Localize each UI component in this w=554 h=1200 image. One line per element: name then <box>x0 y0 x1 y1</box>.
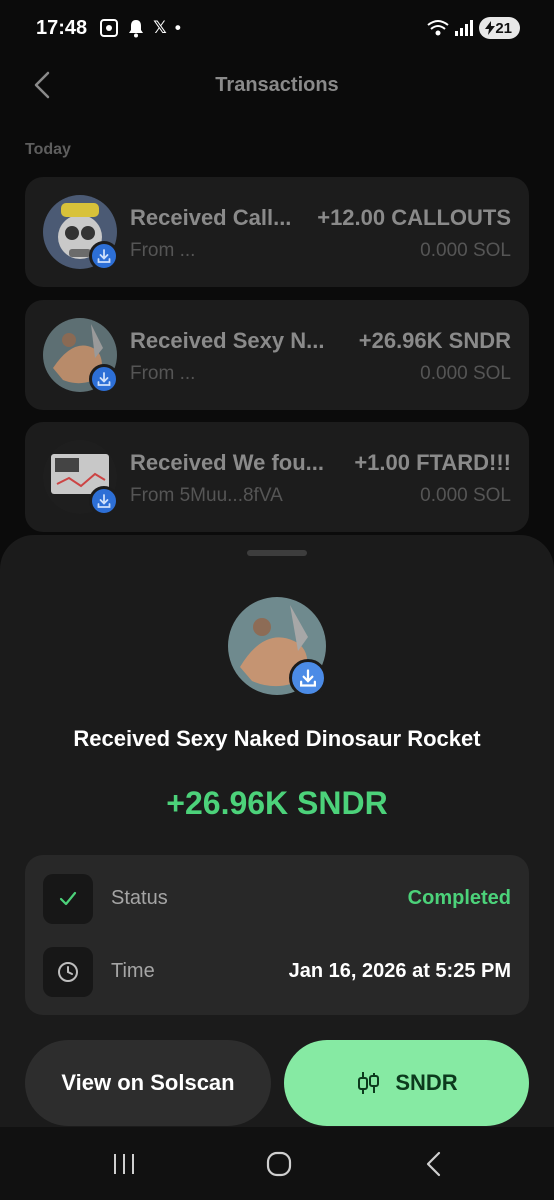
transaction-title: Received Sexy N... <box>130 328 325 353</box>
transaction-fee: 0.000 SOL <box>420 363 511 384</box>
transaction-amount: +1.00 FTARD!!! <box>354 450 511 475</box>
page-title: Transactions <box>215 73 339 96</box>
download-badge-icon <box>89 241 119 271</box>
download-badge-icon <box>89 486 119 516</box>
transaction-fee: 0.000 SOL <box>420 240 511 261</box>
time-value: Jan 16, 2026 at 5:25 PM <box>288 960 511 982</box>
candlestick-chart-icon <box>358 1072 380 1094</box>
transaction-detail-title: Received Sexy Naked Dinosaur Rocket <box>73 726 481 751</box>
transaction-sender: From ... <box>130 240 196 261</box>
transaction-sender: From 5Muu...8fVA <box>130 485 283 506</box>
section-header-today: Today <box>25 141 71 158</box>
sheet-drag-handle[interactable] <box>247 550 307 556</box>
transaction-card[interactable]: Received Call... +12.00 CALLOUTS From ..… <box>25 177 529 287</box>
header: Transactions <box>0 60 554 110</box>
transaction-sender: From ... <box>130 363 196 384</box>
status-label: Status <box>111 887 168 909</box>
time-label: Time <box>111 960 155 982</box>
home-icon[interactable] <box>259 1149 299 1179</box>
back-arrow-icon[interactable] <box>30 70 56 100</box>
view-on-solscan-label: View on Solscan <box>61 1070 235 1095</box>
download-badge-icon <box>289 659 327 697</box>
transaction-amount: +26.96K SNDR <box>358 328 511 353</box>
transaction-card[interactable]: Received We fou... +1.00 FTARD!!! From 5… <box>25 422 529 532</box>
status-value: Completed <box>407 887 511 909</box>
transaction-detail-sheet: Received Sexy Naked Dinosaur Rocket +26.… <box>0 535 554 1135</box>
transaction-detail-amount: +26.96K SNDR <box>166 785 388 821</box>
transaction-title: Received Call... <box>130 205 292 230</box>
back-icon[interactable] <box>414 1149 454 1179</box>
transaction-amount: +12.00 CALLOUTS <box>317 205 511 230</box>
token-chart-button[interactable]: SNDR <box>284 1040 529 1126</box>
transaction-fee: 0.000 SOL <box>420 485 511 506</box>
transaction-details-card: Status Completed Time Jan 16, 2026 at 5:… <box>25 855 529 1015</box>
download-badge-icon <box>89 364 119 394</box>
recent-apps-icon[interactable] <box>104 1149 144 1179</box>
system-navigation-bar <box>0 1127 554 1200</box>
checkmark-icon <box>43 874 93 924</box>
token-chart-label: SNDR <box>395 1070 458 1095</box>
transaction-card[interactable]: Received Sexy N... +26.96K SNDR From ...… <box>25 300 529 410</box>
view-on-solscan-button[interactable]: View on Solscan <box>25 1040 271 1126</box>
clock-icon <box>43 947 93 997</box>
transaction-title: Received We fou... <box>130 450 324 475</box>
